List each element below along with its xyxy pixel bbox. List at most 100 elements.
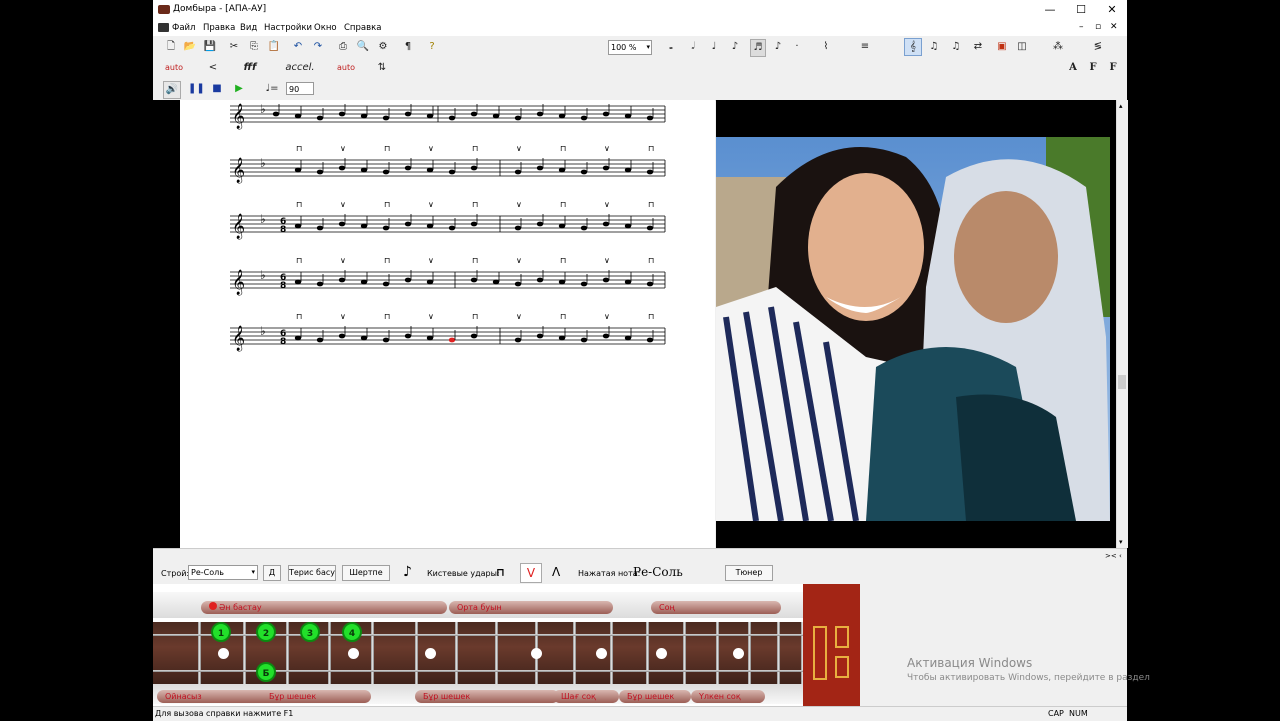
stroke-note-icon[interactable]: ♪ [403, 564, 412, 580]
tuner-button[interactable]: Тюнер [725, 565, 773, 581]
insert-picture-icon[interactable]: ▣ [995, 39, 1009, 55]
upstroke-icon[interactable]: V [520, 563, 542, 583]
note-head [360, 113, 368, 119]
tab-an-bastau[interactable]: Ән бастау [201, 601, 447, 614]
save-icon[interactable]: 💾 [203, 39, 217, 55]
mdi-minimize-button[interactable]: – [1079, 22, 1084, 32]
document-icon[interactable] [158, 23, 169, 32]
downstroke-icon[interactable]: ⊓ [496, 566, 508, 579]
quarter-note-icon[interactable]: ♩ [708, 39, 720, 55]
auto-slur-icon[interactable]: auto [163, 60, 185, 76]
print-preview-icon[interactable]: 🔍 [356, 39, 370, 55]
stroy-select[interactable]: Ре-Соль ▾ [188, 565, 258, 580]
auto-tempo-icon[interactable]: auto [336, 60, 356, 76]
fff-icon[interactable]: fff [239, 60, 261, 76]
paragraph-icon[interactable]: ¶ [401, 39, 415, 55]
dot-icon[interactable]: · [793, 39, 801, 55]
eighth-note-icon[interactable]: ♪ [729, 39, 741, 55]
menu-view[interactable]: Вид [240, 23, 257, 33]
mdi-close-button[interactable]: ✕ [1110, 22, 1118, 32]
note-head [470, 333, 478, 339]
finger-marker-b[interactable]: Б [256, 662, 276, 682]
mdi-restore-button[interactable]: ▫ [1095, 22, 1101, 32]
thirtysecond-note-icon[interactable]: ♪ [772, 39, 784, 55]
tab-an-bastau-label: Ән бастау [219, 603, 262, 612]
vertical-scrollbar[interactable]: ▴ ▾ [1116, 100, 1128, 548]
activation-watermark-text: Чтобы активировать Windows, перейдите в … [907, 673, 1150, 683]
video-icon[interactable]: ◫ [1015, 39, 1029, 55]
stop-icon[interactable]: ■ [211, 81, 223, 97]
menu-settings[interactable]: Настройки [264, 23, 312, 33]
scroll-up-icon[interactable]: ▴ [1119, 102, 1123, 110]
tempo-input[interactable]: 90 [286, 82, 314, 95]
dombyra-app-icon [158, 5, 170, 14]
new-file-icon[interactable]: 🗋 [164, 39, 178, 55]
tab-bur-sheshek-3[interactable]: Бұр шешек [619, 690, 691, 703]
tab-orta-buyn[interactable]: Орта буын [449, 601, 613, 614]
play-icon[interactable]: ▶ [233, 81, 245, 97]
fret-inlay-dot [425, 648, 436, 659]
chevron-down-icon: ▾ [646, 43, 650, 51]
menu-window[interactable]: Окно [314, 23, 337, 33]
scroll-down-icon[interactable]: ▾ [1119, 538, 1123, 546]
finger-marker-2[interactable]: 2 [256, 622, 276, 642]
cut-icon[interactable]: ✂ [227, 39, 241, 55]
tab-bur-sheshek-2[interactable]: Бұр шешек [415, 690, 559, 703]
fret-inlay-dot [656, 648, 667, 659]
font-f2-button[interactable]: F [1107, 60, 1119, 76]
accel-icon[interactable]: accel. [285, 60, 315, 76]
scroll-thumb[interactable] [1118, 375, 1126, 389]
ungroup-notes-icon[interactable]: ♫ [949, 39, 963, 55]
transpose-icon[interactable]: ⇅ [375, 60, 389, 76]
d-button[interactable]: Д [263, 565, 281, 581]
page-setup-icon[interactable]: ⚙ [376, 39, 390, 55]
shertpe-button[interactable]: Шертпе [342, 565, 390, 581]
undo-icon[interactable]: ↶ [291, 39, 305, 55]
tab-son[interactable]: Соң [651, 601, 781, 614]
paste-icon[interactable]: 📋 [267, 39, 281, 55]
font-f-button[interactable]: F [1087, 60, 1099, 76]
font-a-button[interactable]: A [1067, 60, 1079, 76]
teris-basu-button[interactable]: Терис басу [288, 565, 336, 581]
fret-wire [455, 622, 458, 684]
minimize-button[interactable]: — [1035, 2, 1065, 18]
menu-help[interactable]: Справка [344, 23, 381, 33]
swap-notes-icon[interactable]: ⇄ [971, 39, 985, 55]
maximize-button[interactable]: ☐ [1066, 2, 1096, 18]
score-page[interactable]: 𝄞 ♭ 𝄞 ♭ ⊓ ∨ ⊓ ∨ ⊓ ∨ ⊓ ∨ ⊓ 𝄞 ♭ 6 8 ⊓ ∨ ⊓ ∨ ⊓ ∨ ⊓ ∨ ⊓ 𝄞 ♭ 6 8 ⊓ ∨ ⊓ ∨ ⊓ ∨ ⊓ ∨ ⊓ 𝄞… [180, 100, 715, 548]
tuplet-icon[interactable]: ⌇ [819, 39, 833, 55]
tab-shag-sok[interactable]: Шағ соқ [553, 690, 619, 703]
copy-icon[interactable]: ⎘ [247, 39, 261, 55]
tab-bur-sheshek-1[interactable]: Бұр шешек [261, 690, 369, 703]
volume-icon[interactable]: 🔊 [163, 81, 181, 99]
menu-edit[interactable]: Правка [203, 23, 235, 33]
zoom-select[interactable]: 100 % ▾ [608, 40, 652, 55]
redo-icon[interactable]: ↷ [311, 39, 325, 55]
close-button[interactable]: ✕ [1097, 2, 1127, 18]
note-head [294, 279, 302, 285]
half-note-icon[interactable]: 𝅗𝅥 [687, 39, 699, 55]
sixteenth-note-icon[interactable]: ♬ [750, 39, 766, 57]
panel-scroll-arrows[interactable]: >< ‹ [1105, 552, 1122, 560]
finger-marker-1[interactable]: 1 [211, 622, 231, 642]
beam-icon[interactable]: ≡ [858, 39, 872, 55]
menu-file[interactable]: Файл [172, 23, 195, 33]
crescendo-icon[interactable]: ≶ [1091, 39, 1105, 55]
help-icon[interactable]: ? [425, 39, 439, 55]
auto-note-icon[interactable]: 𝄞 [904, 38, 922, 56]
tab-ulken-sok[interactable]: Үлкен соқ [691, 690, 765, 703]
finger-marker-4[interactable]: 4 [342, 622, 362, 642]
group-notes-icon[interactable]: ♫ [927, 39, 941, 55]
whole-note-icon[interactable]: 𝅝 [665, 39, 677, 55]
note-head [624, 167, 632, 173]
fret-wire [371, 622, 374, 684]
pause-icon[interactable]: ❚❚ [188, 81, 205, 97]
open-file-icon[interactable]: 📂 [183, 39, 197, 55]
finger-marker-3[interactable]: 3 [300, 622, 320, 642]
note-head [316, 225, 324, 231]
hairpin-icon[interactable]: < [201, 60, 225, 76]
print-icon[interactable]: ⎙ [336, 39, 350, 55]
stroy-label: Строй: [161, 569, 190, 578]
caret-stroke-icon[interactable]: Λ [552, 565, 560, 579]
dynamics-icon[interactable]: ⁂ [1051, 39, 1065, 55]
